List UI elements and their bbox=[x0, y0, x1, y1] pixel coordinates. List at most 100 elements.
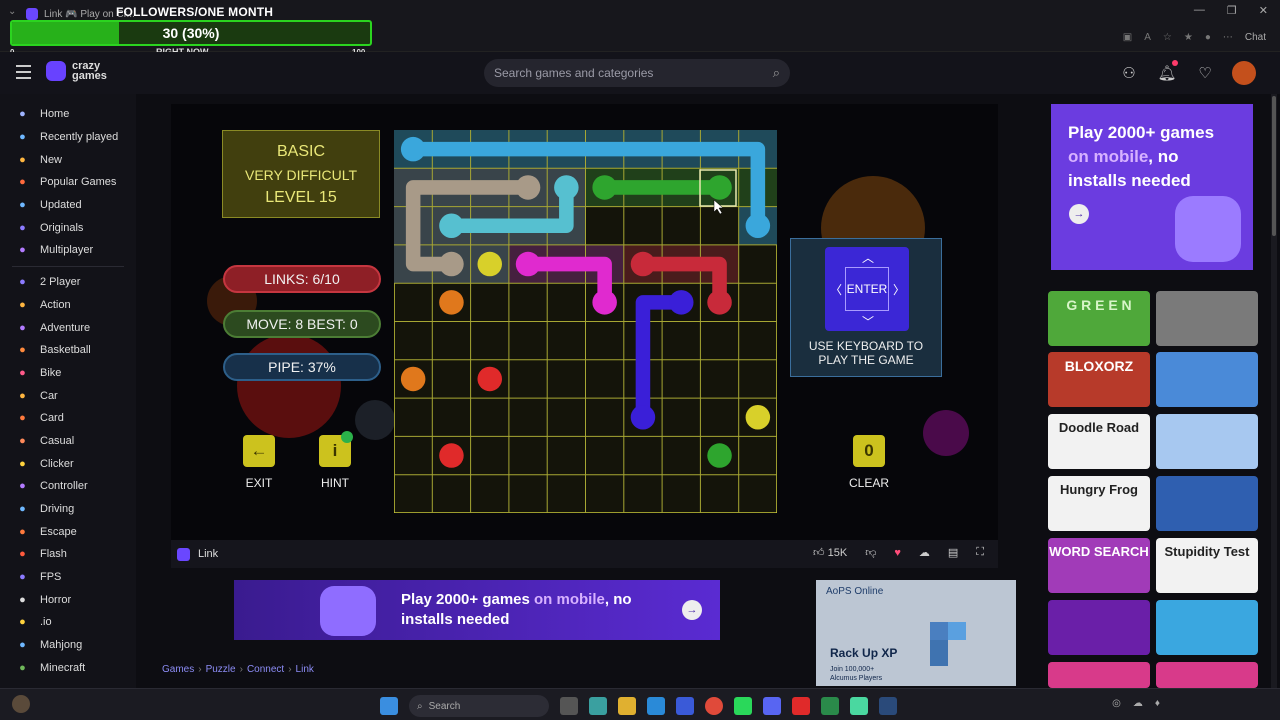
clear-button[interactable]: 0 bbox=[853, 435, 885, 467]
sidebar-item-escape[interactable]: ● Escape bbox=[0, 520, 136, 543]
game-thumbnail[interactable]: Doodle Road bbox=[1048, 414, 1150, 469]
aops-advertisement[interactable]: AoPS Online Rack Up XP Join 100,000+ Alc… bbox=[816, 580, 1016, 686]
sidebar-item-driving[interactable]: ● Driving bbox=[0, 498, 136, 521]
game-thumbnail[interactable] bbox=[1156, 352, 1258, 407]
favorites-icon[interactable]: ★ bbox=[1184, 32, 1193, 43]
sidebar-item-adventure[interactable]: ● Adventure bbox=[0, 316, 136, 339]
page-scrollbar[interactable] bbox=[1271, 94, 1277, 688]
sidebar-item-home[interactable]: ● Home bbox=[0, 103, 136, 126]
right-mobile-promo[interactable]: Play 2000+ games on mobile, no installs … bbox=[1051, 104, 1253, 270]
menu-icon[interactable] bbox=[16, 65, 31, 79]
friends-icon[interactable]: ⚇ bbox=[1118, 62, 1140, 84]
more-icon[interactable]: ⋯ bbox=[1223, 32, 1233, 43]
sidebar-item-multiplayer[interactable]: ● Multiplayer bbox=[0, 239, 136, 262]
weather-icon[interactable] bbox=[12, 695, 30, 713]
sidebar-item-horror[interactable]: ● Horror bbox=[0, 588, 136, 611]
share-icon[interactable]: ☁ bbox=[919, 546, 930, 559]
mobile-promo-banner[interactable]: Play 2000+ games on mobile, no installs … bbox=[234, 580, 720, 640]
kick-icon[interactable] bbox=[734, 697, 752, 715]
sidebar-item-fps[interactable]: ● FPS bbox=[0, 566, 136, 589]
sidebar-item-flash[interactable]: ● Flash bbox=[0, 543, 136, 566]
discord-icon[interactable] bbox=[763, 697, 781, 715]
game-thumbnail[interactable]: BLOXORZ bbox=[1048, 352, 1150, 407]
tab-list-chevron-icon[interactable]: ⌄ bbox=[8, 6, 16, 17]
youtube-icon[interactable] bbox=[792, 697, 810, 715]
game-thumbnail[interactable] bbox=[1048, 600, 1150, 655]
read-aloud-icon[interactable]: ▣ bbox=[1123, 32, 1132, 43]
favorites-heart-icon[interactable]: ♡ bbox=[1194, 62, 1216, 84]
arrow-up-icon[interactable]: ︿ bbox=[862, 249, 874, 266]
game-thumbnail[interactable] bbox=[1156, 476, 1258, 531]
game-thumbnail[interactable] bbox=[1048, 662, 1150, 688]
sidebar-item-minecraft[interactable]: ● Minecraft bbox=[0, 657, 136, 680]
game-thumbnail[interactable]: Stupidity Test bbox=[1156, 538, 1258, 593]
translate-icon[interactable]: A bbox=[1144, 32, 1151, 43]
arrow-right-icon[interactable]: → bbox=[682, 600, 702, 620]
maximize-icon[interactable]: ❐ bbox=[1227, 4, 1237, 17]
steam-icon[interactable] bbox=[879, 697, 897, 715]
breadcrumb-link[interactable]: Games bbox=[162, 664, 194, 675]
edge-icon[interactable] bbox=[647, 697, 665, 715]
task-view-icon[interactable] bbox=[560, 697, 578, 715]
arrow-right-icon[interactable]: → bbox=[1069, 204, 1089, 224]
minimize-icon[interactable]: — bbox=[1194, 4, 1205, 17]
close-icon[interactable]: ✕ bbox=[1259, 4, 1268, 17]
game-thumbnail[interactable] bbox=[1156, 414, 1258, 469]
sidebar-item-2-player[interactable]: ● 2 Player bbox=[0, 271, 136, 294]
fullscreen-icon[interactable]: ⛶ bbox=[976, 546, 984, 559]
crazygames-logo[interactable]: crazy games bbox=[46, 61, 116, 82]
thumbs-down-icon[interactable]: 👎︎ bbox=[865, 546, 876, 559]
sidebar-item-popular-games[interactable]: ● Popular Games bbox=[0, 171, 136, 194]
arrow-down-icon[interactable]: ﹀ bbox=[862, 313, 874, 330]
arrow-left-icon[interactable]: 〈 bbox=[830, 281, 842, 298]
sidebar-item-bike[interactable]: ● Bike bbox=[0, 362, 136, 385]
breadcrumb-link[interactable]: Link bbox=[296, 664, 314, 675]
chrome-icon[interactable] bbox=[705, 697, 723, 715]
game-frame[interactable]: BASIC VERY DIFFICULT LEVEL 15 LINKS: 6/1… bbox=[171, 104, 998, 540]
link-game-board[interactable] bbox=[394, 130, 777, 513]
favorite-star-icon[interactable]: ☆ bbox=[1163, 32, 1172, 43]
copilot-icon[interactable] bbox=[589, 697, 607, 715]
search-input[interactable] bbox=[494, 66, 773, 80]
sidebar-item-basketball[interactable]: ● Basketball bbox=[0, 339, 136, 362]
sidebar-item-card[interactable]: ● Card bbox=[0, 407, 136, 430]
sidebar-item-action[interactable]: ● Action bbox=[0, 294, 136, 317]
game-thumbnail[interactable] bbox=[1156, 291, 1258, 346]
tray-icon[interactable]: ☁ bbox=[1133, 698, 1143, 709]
user-avatar[interactable] bbox=[1232, 61, 1256, 85]
store-icon[interactable] bbox=[676, 697, 694, 715]
report-icon[interactable]: ▤ bbox=[948, 546, 958, 559]
copilot-chat-button[interactable]: Chat bbox=[1245, 32, 1266, 43]
obs-icon[interactable] bbox=[821, 697, 839, 715]
tray-icon[interactable]: ♦ bbox=[1155, 698, 1160, 709]
profile-icon[interactable]: ● bbox=[1205, 32, 1211, 43]
sidebar-item-controller[interactable]: ● Controller bbox=[0, 475, 136, 498]
sidebar-item-io[interactable]: ● .io bbox=[0, 611, 136, 634]
sidebar-item-car[interactable]: ● Car bbox=[0, 384, 136, 407]
sidebar-item-clicker[interactable]: ● Clicker bbox=[0, 452, 136, 475]
breadcrumb-link[interactable]: Connect bbox=[247, 664, 284, 675]
sidebar-item-new[interactable]: ● New bbox=[0, 148, 136, 171]
like-button[interactable]: 👍︎ 15K bbox=[813, 546, 847, 559]
game-thumbnail[interactable]: Hungry Frog bbox=[1048, 476, 1150, 531]
sidebar-item-mahjong[interactable]: ● Mahjong bbox=[0, 634, 136, 657]
arrow-right-icon[interactable]: 〉 bbox=[893, 281, 905, 298]
enter-key[interactable]: ENTER bbox=[845, 267, 889, 311]
game-thumbnail[interactable] bbox=[1156, 662, 1258, 688]
exit-button[interactable]: ← bbox=[243, 435, 275, 467]
sidebar-item-originals[interactable]: ● Originals bbox=[0, 216, 136, 239]
notifications-bell-icon[interactable]: 🔔︎ bbox=[1156, 60, 1178, 84]
tray-icon[interactable]: ◎ bbox=[1112, 698, 1121, 709]
game-thumbnail[interactable] bbox=[1156, 600, 1258, 655]
game-thumbnail[interactable]: G R E E N bbox=[1048, 291, 1150, 346]
game-thumbnail[interactable]: WORD SEARCH bbox=[1048, 538, 1150, 593]
search-icon[interactable]: ⌕ bbox=[773, 65, 780, 81]
file-explorer-icon[interactable] bbox=[618, 697, 636, 715]
taskbar-search[interactable]: ⌕ Search bbox=[409, 695, 549, 717]
keyboard-keypad[interactable]: ︿ 〈 〉 ﹀ ENTER bbox=[825, 247, 909, 331]
favorite-heart-icon[interactable]: ♥ bbox=[894, 547, 901, 559]
search-bar[interactable]: ⌕ bbox=[484, 59, 790, 87]
start-icon[interactable] bbox=[380, 697, 398, 715]
app-icon[interactable] bbox=[850, 697, 868, 715]
breadcrumb-link[interactable]: Puzzle bbox=[206, 664, 236, 675]
